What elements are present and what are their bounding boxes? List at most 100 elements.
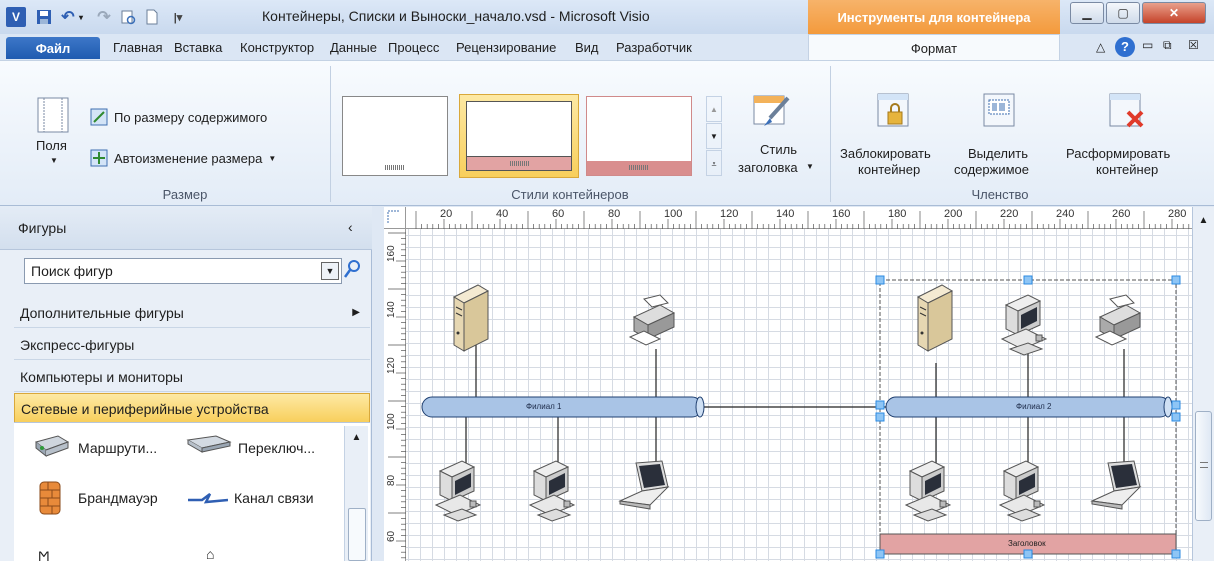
pc-icon[interactable] [529, 460, 575, 522]
lock-container-icon [877, 93, 909, 127]
canvas-vertical-scrollbar[interactable]: ▲ [1192, 207, 1214, 561]
maximize-icon[interactable]: ▢ [1106, 2, 1140, 24]
selection-handle[interactable] [875, 275, 885, 285]
connection-point[interactable] [875, 400, 885, 410]
tab-home[interactable]: Главная [113, 40, 162, 55]
more-shapes-label: Дополнительные фигуры [20, 305, 184, 321]
container-style-3[interactable] [586, 96, 692, 176]
selection-handle[interactable] [875, 412, 885, 422]
tab-developer[interactable]: Разработчик [616, 40, 692, 55]
collapse-panel-icon[interactable]: ‹ [348, 219, 353, 235]
new-document-icon[interactable] [142, 7, 162, 27]
connection-point[interactable] [1171, 400, 1181, 410]
pc-icon[interactable] [435, 460, 481, 522]
shape-search-input[interactable]: Поиск фигур ▼ [24, 258, 342, 284]
tab-process[interactable]: Процесс [388, 40, 439, 55]
selection-handle[interactable] [1023, 549, 1033, 559]
search-icon[interactable] [343, 258, 362, 283]
laptop-icon[interactable] [1091, 460, 1141, 510]
router-icon[interactable] [34, 432, 70, 461]
ruler-tick-label: 120 [386, 357, 397, 374]
disband-container-button[interactable]: Расформировать контейнер [1058, 90, 1198, 182]
customize-qat-icon[interactable]: |▾ [168, 7, 188, 27]
scroll-thumb[interactable] [1195, 411, 1212, 521]
bus-branch-1[interactable] [421, 396, 705, 418]
tab-format[interactable]: Формат [808, 34, 1060, 61]
ruler-tick-label: 160 [832, 208, 851, 220]
lock-container-button[interactable]: Заблокировать контейнер [838, 90, 952, 182]
gallery-more-icon[interactable]: ⩡ [706, 150, 722, 176]
selection-handle[interactable] [1171, 549, 1181, 559]
stencil-scrollbar[interactable]: ▲ [344, 426, 368, 561]
ruler-tick-label: 200 [944, 208, 963, 220]
printer-icon[interactable] [1095, 294, 1141, 346]
selection-handle[interactable] [1171, 412, 1181, 422]
tab-view[interactable]: Вид [575, 40, 599, 55]
server-icon[interactable] [917, 284, 953, 352]
stencil-shape-partial-1-icon[interactable]: Ϻ [38, 548, 50, 561]
tab-data[interactable]: Данные [330, 40, 377, 55]
stencil-scroll-thumb[interactable] [348, 508, 366, 561]
print-preview-icon[interactable] [118, 7, 138, 27]
redo-icon[interactable]: ↷ [94, 7, 114, 27]
ruler-tick-label: 80 [386, 474, 397, 486]
pc-icon[interactable] [1001, 294, 1047, 356]
switch-icon[interactable] [186, 434, 232, 457]
select-contents-button[interactable]: Выделить содержимое [950, 90, 1050, 182]
container-style-1[interactable] [342, 96, 448, 176]
tab-review[interactable]: Рецензирование [456, 40, 556, 55]
select-contents-label-1: Выделить [968, 146, 1028, 161]
undo-dropdown-icon[interactable]: ▾ [76, 7, 86, 27]
save-icon[interactable] [34, 7, 54, 27]
container-style-2-selected[interactable] [459, 94, 579, 178]
fit-to-contents-button[interactable]: По размеру содержимого [90, 106, 267, 128]
collapse-ribbon-icon[interactable]: △ [1096, 40, 1105, 54]
doc-minimize-icon[interactable]: ▭ [1142, 38, 1153, 52]
auto-resize-icon [90, 149, 108, 167]
laptop-icon[interactable] [619, 460, 669, 510]
shapes-panel-title: Фигуры [18, 220, 67, 236]
doc-close-icon[interactable]: ☒ [1188, 38, 1199, 52]
ruler-tick-label: 160 [386, 245, 397, 262]
help-icon[interactable]: ? [1115, 37, 1135, 57]
search-dropdown-icon[interactable]: ▼ [321, 262, 339, 280]
auto-resize-button[interactable]: Автоизменение размера ▼ [90, 147, 276, 169]
heading-style-button[interactable]: Стиль заголовка ▼ [730, 90, 820, 182]
pc-icon[interactable] [999, 460, 1045, 522]
stencil-scroll-up-icon[interactable]: ▲ [345, 432, 368, 443]
selection-handle[interactable] [1171, 275, 1181, 285]
tab-file[interactable]: Файл [6, 37, 100, 59]
submenu-arrow-icon: ▶ [352, 307, 360, 318]
printer-icon[interactable] [629, 294, 675, 346]
undo-icon[interactable]: ↶ [58, 7, 78, 27]
auto-resize-label: Автоизменение размера [114, 150, 263, 166]
margins-icon [37, 97, 69, 133]
selection-handle[interactable] [1023, 275, 1033, 285]
disband-container-label-2: контейнер [1096, 162, 1159, 177]
pc-icon[interactable] [905, 460, 951, 522]
panel-item-more-shapes[interactable]: Дополнительные фигуры ▶ [14, 298, 370, 328]
close-icon[interactable]: ✕ [1142, 2, 1206, 24]
server-icon[interactable] [453, 284, 489, 352]
visio-app-icon[interactable]: V [6, 7, 26, 27]
fit-to-contents-label: По размеру содержимого [114, 109, 268, 125]
firewall-icon[interactable] [38, 480, 62, 519]
panel-item-quick-shapes[interactable]: Экспресс-фигуры [14, 330, 370, 360]
ruler-tick-label: 260 [1112, 208, 1131, 220]
comm-link-icon[interactable] [188, 490, 229, 511]
doc-restore-icon[interactable]: ⧉ [1163, 38, 1172, 53]
gallery-scroll-up-icon[interactable]: ▲ [706, 96, 722, 122]
stencil-switch-label: Переключ... [238, 440, 316, 456]
tab-insert[interactable]: Вставка [174, 40, 222, 55]
panel-item-computers-monitors[interactable]: Компьютеры и мониторы [14, 362, 370, 392]
size-group-label: Размер [162, 187, 208, 202]
selection-handle[interactable] [875, 549, 885, 559]
fields-button[interactable]: Поля ▼ [30, 96, 78, 176]
panel-item-network-peripherals[interactable]: Сетевые и периферийные устройства [14, 393, 370, 423]
minimize-icon[interactable]: ▁ [1070, 2, 1104, 24]
scroll-up-icon[interactable]: ▲ [1193, 215, 1214, 226]
stencil-shape-partial-2-icon[interactable]: ⌂ [206, 546, 214, 561]
tab-design[interactable]: Конструктор [240, 40, 314, 55]
gallery-scroll-down-icon[interactable]: ▼ [706, 123, 722, 149]
ruler-tick-label: 220 [1000, 208, 1019, 220]
